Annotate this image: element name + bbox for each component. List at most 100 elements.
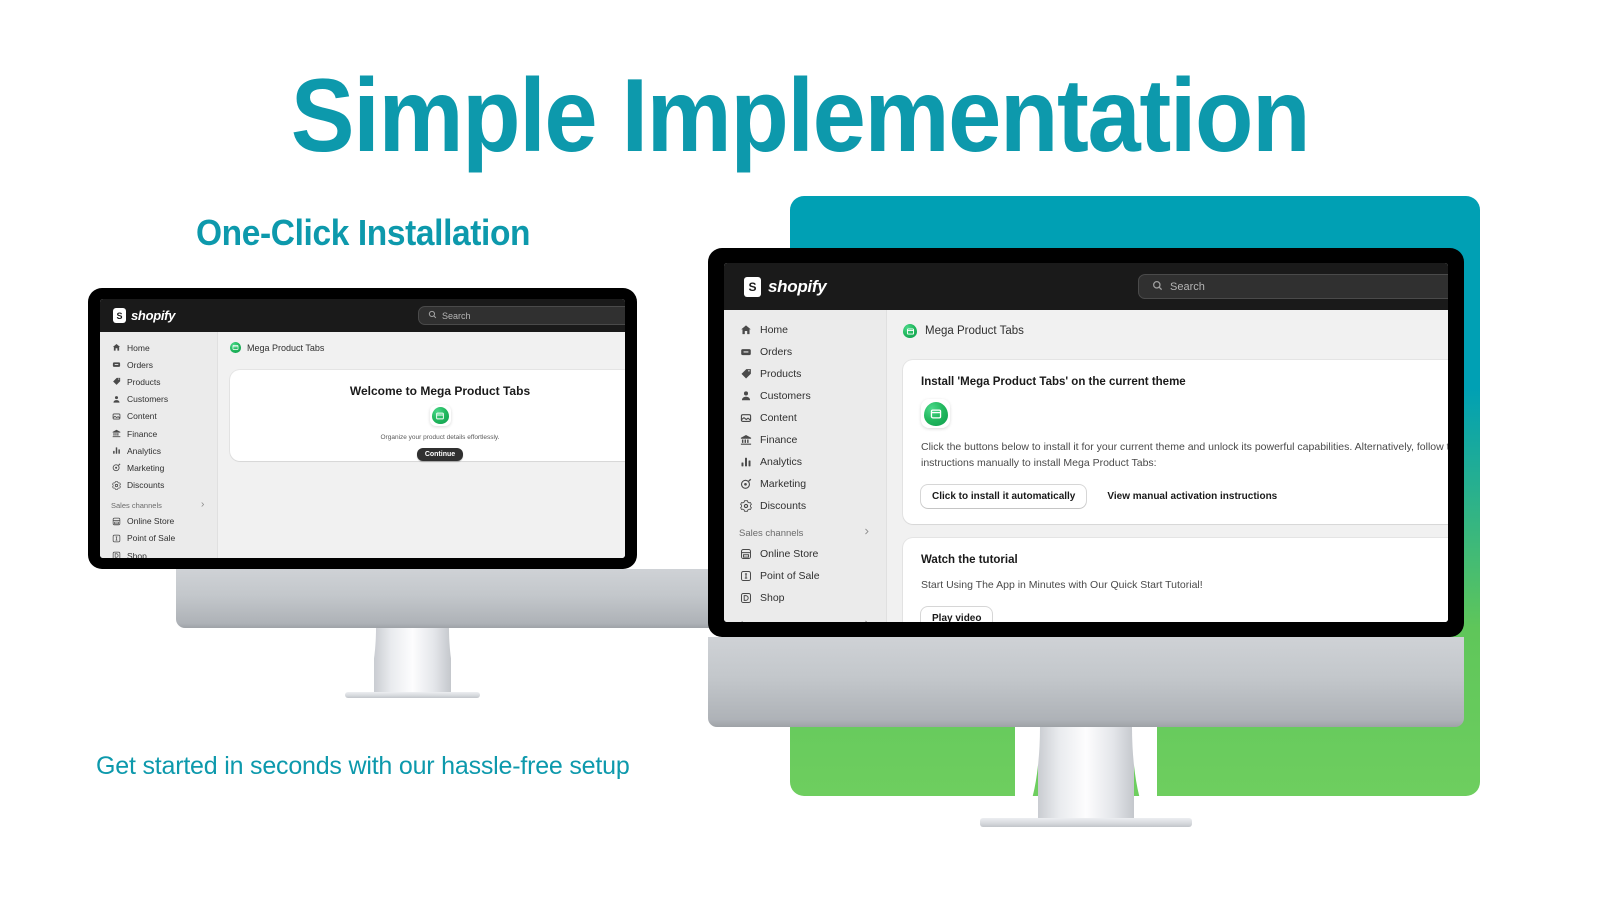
sidebar-group-label: Sales channels xyxy=(739,527,804,539)
home-icon xyxy=(111,343,121,353)
search-input-right[interactable]: Search xyxy=(1138,274,1448,299)
shopify-logo-right[interactable]: S shopify xyxy=(744,276,827,297)
sidebar-item-marketing[interactable]: Marketing xyxy=(106,459,211,476)
main-content-left: Mega Product Tabs Welcome to Mega Produc… xyxy=(218,332,625,558)
orders-icon xyxy=(739,346,752,359)
tutorial-card-actions: Play video xyxy=(921,606,1448,622)
sidebar-groups-right: Sales channels Online Store Point of Sale S… xyxy=(732,517,878,622)
install-card: Install 'Mega Product Tabs' on the curre… xyxy=(903,360,1448,524)
sidebar-item-customers[interactable]: Customers xyxy=(106,391,211,408)
shopify-body-left: Home Orders Products Customers Content Financ… xyxy=(100,332,625,558)
sidebar-item-label: Discounts xyxy=(760,500,807,512)
sidebar-item-label: Point of Sale xyxy=(760,570,820,582)
tutorial-card: Watch the tutorial Start Using The App i… xyxy=(903,537,1448,622)
sidebar-item-products[interactable]: Products xyxy=(106,373,211,390)
sidebar-item-label: Orders xyxy=(127,359,153,370)
sidebar-primary-nav-right: Home Orders Products Customers Content Financ… xyxy=(732,319,878,517)
mega-product-tabs-icon xyxy=(903,324,917,338)
discounts-gear-icon xyxy=(111,480,121,490)
chevron-right-icon xyxy=(862,527,871,539)
sidebar-item-finance[interactable]: Finance xyxy=(732,429,878,451)
sidebar-item-home[interactable]: Home xyxy=(732,319,878,341)
sidebar-item-orders[interactable]: Orders xyxy=(106,356,211,373)
sidebar-item-point-of-sale[interactable]: Point of Sale xyxy=(732,565,878,587)
shop-icon xyxy=(739,592,752,605)
online-store-icon xyxy=(739,548,752,561)
breadcrumb-label-left: Mega Product Tabs xyxy=(247,342,325,353)
sidebar-item-label: Products xyxy=(760,368,802,380)
sidebar-item-label: Marketing xyxy=(760,478,807,490)
sidebar-item-label: Discounts xyxy=(127,480,165,491)
main-content-right: Mega Product Tabs Install 'Mega Product … xyxy=(887,310,1448,622)
sidebar-item-discounts[interactable]: Discounts xyxy=(106,477,211,494)
sidebar-left: Home Orders Products Customers Content Financ… xyxy=(100,332,218,558)
sidebar-item-online-store[interactable]: Online Store xyxy=(106,513,211,530)
orders-icon xyxy=(111,360,121,370)
sidebar-item-finance[interactable]: Finance xyxy=(106,425,211,442)
sidebar-item-shop[interactable]: Shop xyxy=(106,547,211,558)
sidebar-item-customers[interactable]: Customers xyxy=(732,385,878,407)
sidebar-item-discounts[interactable]: Discounts xyxy=(732,495,878,517)
poster-canvas: Simple Implementation One-Click Installa… xyxy=(0,0,1600,900)
shop-icon xyxy=(111,551,121,558)
sidebar-item-analytics[interactable]: Analytics xyxy=(732,451,878,473)
sidebar-item-point-of-sale[interactable]: Point of Sale xyxy=(106,530,211,547)
search-icon xyxy=(1152,280,1163,294)
left-monitor-stand-neck xyxy=(355,628,470,698)
manual-activation-instructions-button[interactable]: View manual activation instructions xyxy=(1096,485,1288,508)
right-monitor-stand-neck xyxy=(1014,727,1158,825)
page-subtitle: One-Click Installation xyxy=(196,212,531,253)
install-automatically-button[interactable]: Click to install it automatically xyxy=(921,484,1087,508)
right-monitor-stand-foot xyxy=(980,818,1192,827)
breadcrumb-right: Mega Product Tabs xyxy=(903,324,1448,338)
sidebar-item-products[interactable]: Products xyxy=(732,363,878,385)
sidebar-item-home[interactable]: Home xyxy=(106,339,211,356)
sidebar-item-analytics[interactable]: Analytics xyxy=(106,442,211,459)
content-image-icon xyxy=(739,412,752,425)
search-icon xyxy=(428,310,437,321)
sidebar-item-content[interactable]: Content xyxy=(106,408,211,425)
sidebar-primary-nav-left: Home Orders Products Customers Content Financ… xyxy=(106,339,211,494)
sidebar-item-content[interactable]: Content xyxy=(732,407,878,429)
sidebar-item-label: Analytics xyxy=(760,456,803,468)
sidebar-item-label: Customers xyxy=(127,394,169,405)
shopify-wordmark: shopify xyxy=(131,308,176,323)
sidebar-group-apps[interactable]: Apps xyxy=(732,609,878,622)
shopify-bag-icon: S xyxy=(113,308,126,323)
shopify-body-right: Home Orders Products Customers Content Financ… xyxy=(724,310,1448,622)
sidebar-item-online-store[interactable]: Online Store xyxy=(732,543,878,565)
point-of-sale-icon xyxy=(739,570,752,583)
sidebar-item-label: Finance xyxy=(760,434,798,446)
play-video-button[interactable]: Play video xyxy=(921,606,993,622)
content-image-icon xyxy=(111,411,121,421)
install-card-title: Install 'Mega Product Tabs' on the curre… xyxy=(921,376,1186,388)
point-of-sale-icon xyxy=(111,533,121,543)
page-caption: Get started in seconds with our hassle-f… xyxy=(96,752,630,780)
sidebar-group-sales-channels[interactable]: Sales channels xyxy=(106,494,211,513)
left-monitor-bezel: S shopify Search Home Orders Products Custo… xyxy=(88,288,637,569)
welcome-card: Welcome to Mega Product Tabs Organize yo… xyxy=(230,370,625,461)
products-tag-icon xyxy=(739,368,752,381)
sidebar-groups-left: Sales channels Online Store Point of Sale S… xyxy=(106,494,211,558)
analytics-bars-icon xyxy=(739,456,752,469)
chevron-right-icon xyxy=(862,619,871,622)
finance-bank-icon xyxy=(111,429,121,439)
sidebar-item-orders[interactable]: Orders xyxy=(732,341,878,363)
sidebar-item-shop[interactable]: Shop xyxy=(732,587,878,609)
continue-button[interactable]: Continue xyxy=(416,448,464,461)
home-icon xyxy=(739,324,752,337)
sidebar-item-label: Analytics xyxy=(127,445,162,456)
sidebar-item-label: Shop xyxy=(127,550,147,558)
sidebar-group-sales-channels[interactable]: Sales channels xyxy=(732,517,878,543)
discounts-gear-icon xyxy=(739,500,752,513)
shopify-bag-icon: S xyxy=(744,276,761,297)
shopify-topbar-right: S shopify Search xyxy=(724,263,1448,310)
sidebar-item-label: Customers xyxy=(760,390,811,402)
welcome-subtitle: Organize your product details effortless… xyxy=(380,434,500,441)
sidebar-item-label: Products xyxy=(127,376,161,387)
sidebar-item-marketing[interactable]: Marketing xyxy=(732,473,878,495)
search-input-left[interactable]: Search xyxy=(418,306,625,325)
products-tag-icon xyxy=(111,377,121,387)
mega-product-tabs-icon xyxy=(923,401,948,426)
shopify-logo-left[interactable]: S shopify xyxy=(113,308,175,323)
